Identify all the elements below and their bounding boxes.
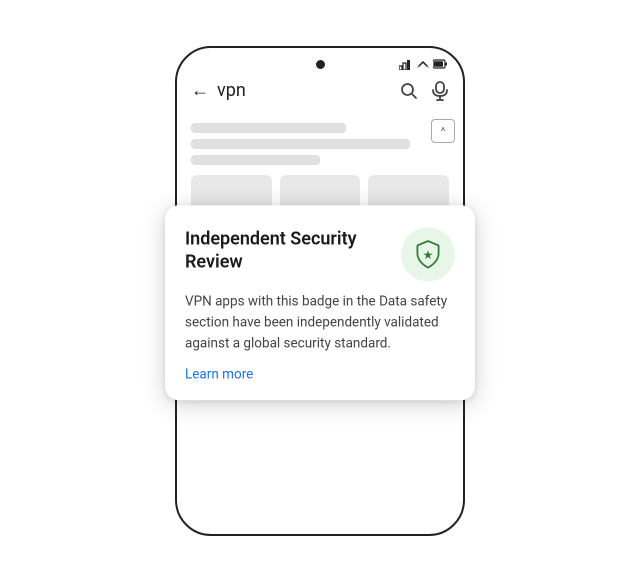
phone-top-bar — [177, 48, 463, 76]
placeholder-bar-3 — [191, 155, 320, 165]
shield-badge: ★ — [401, 227, 455, 281]
placeholder-bar-2 — [191, 139, 410, 149]
svg-text:★: ★ — [423, 249, 433, 262]
popup-header: Independent Security Review ★ — [185, 227, 455, 281]
search-icon[interactable] — [399, 81, 419, 101]
learn-more-link[interactable]: Learn more — [185, 366, 455, 382]
search-actions — [399, 81, 449, 101]
network-icon — [417, 58, 429, 70]
popup-body-text: VPN apps with this badge in the Data saf… — [185, 291, 455, 354]
phone-camera — [316, 60, 325, 69]
signal-icon — [399, 58, 413, 70]
phone-search-bar: ← vpn — [177, 76, 463, 109]
scene: ← vpn ^ — [0, 0, 640, 582]
popup-title: Independent Security Review — [185, 227, 389, 274]
search-query: vpn — [217, 80, 391, 101]
security-review-popup: Independent Security Review ★ VPN apps w… — [165, 205, 475, 400]
back-button[interactable]: ← — [191, 80, 209, 101]
battery-icon — [433, 59, 447, 69]
shield-icon: ★ — [413, 239, 443, 269]
scroll-up-button[interactable]: ^ — [431, 119, 455, 143]
mic-icon[interactable] — [431, 81, 449, 101]
placeholder-bar-1 — [191, 123, 346, 133]
